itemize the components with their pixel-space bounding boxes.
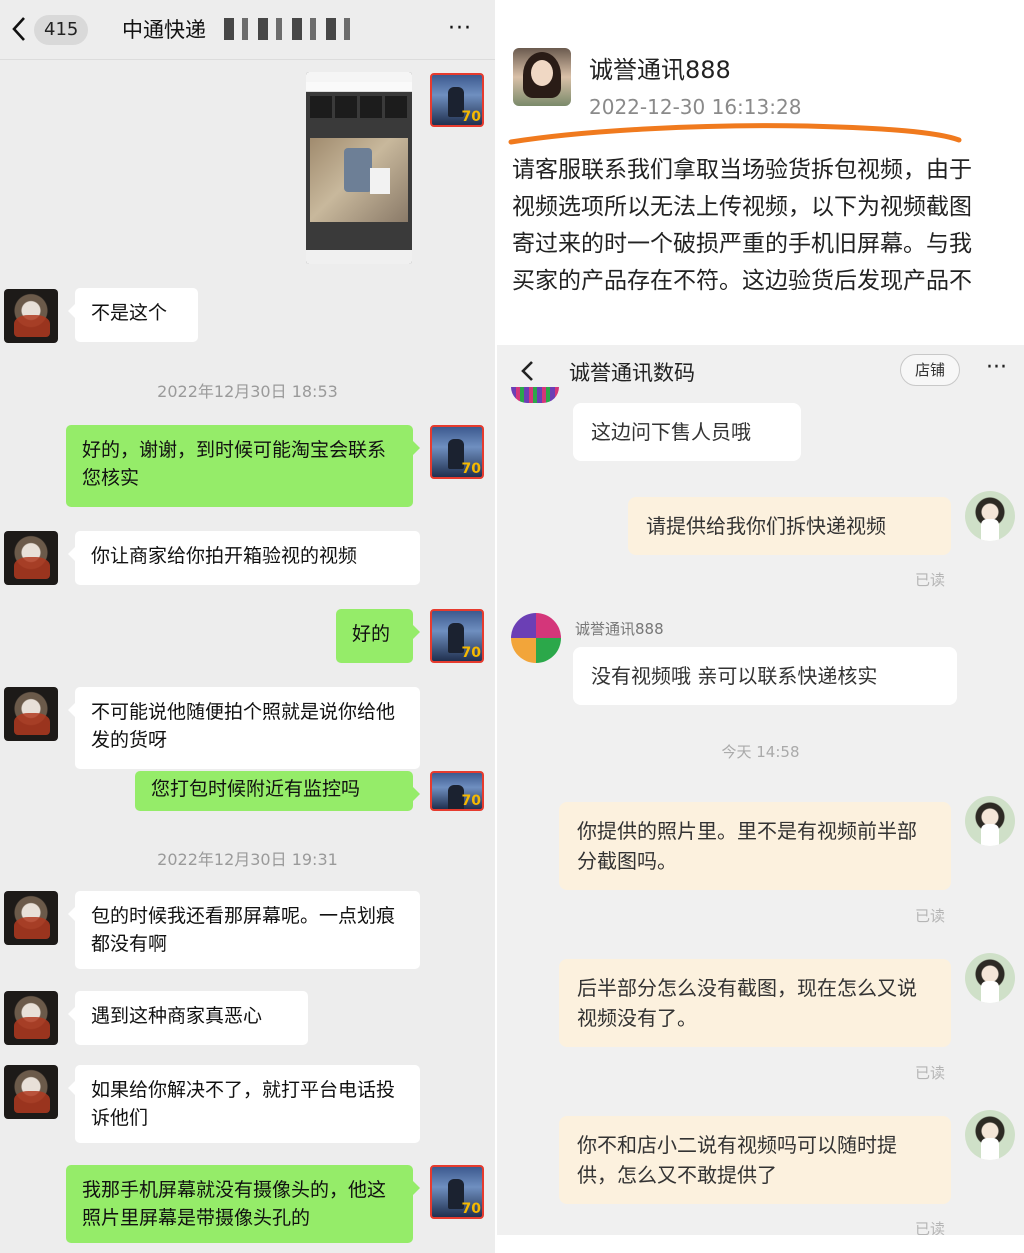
shop-avatar[interactable]	[511, 387, 559, 403]
chat-title: 中通快递	[122, 18, 206, 42]
back-arrow-icon[interactable]	[519, 359, 537, 383]
read-receipt: 已读	[915, 571, 946, 589]
self-avatar[interactable]: 70	[430, 73, 484, 127]
contact-avatar[interactable]	[4, 289, 58, 343]
message-bubble: 后半部分怎么没有截图，现在怎么又说视频没有了。	[559, 959, 951, 1047]
self-avatar[interactable]: 70	[430, 609, 484, 663]
user-avatar[interactable]	[965, 1110, 1015, 1160]
post-time: 2022-12-30 16:13:28	[589, 95, 802, 119]
taobao-header: 诚誉通讯数码 店铺 ···	[497, 345, 1024, 395]
message-bubble: 您打包时候附近有监控吗	[135, 771, 420, 811]
post-line: 视频选项所以无法上传视频，以下为视频截图	[512, 194, 972, 220]
read-receipt: 已读	[915, 1064, 946, 1082]
message-bubble: 不是这个	[68, 288, 198, 342]
message-bubble: 没有视频哦 亲可以联系快递核实	[573, 647, 957, 705]
message-bubble: 你让商家给你拍开箱验视的视频	[68, 531, 420, 585]
message-bubble: 如果给你解决不了，就打平台电话投诉他们	[68, 1065, 420, 1143]
author-avatar[interactable]	[513, 48, 571, 106]
self-avatar[interactable]: 70	[430, 771, 484, 811]
back-arrow-icon[interactable]	[8, 14, 32, 44]
read-receipt: 已读	[915, 907, 946, 925]
contact-avatar[interactable]	[4, 1065, 58, 1119]
message-bubble: 你提供的照片里。里不是有视频前半部分截图吗。	[559, 802, 951, 890]
taobao-chat-panel: 诚誉通讯数码 店铺 ··· 这边问下售人员哦 请提供给我你们拆快递视频 已读 诚…	[497, 345, 1024, 1235]
more-options-icon[interactable]: ···	[448, 16, 472, 41]
wechat-header: 415 中通快递 ···	[0, 0, 495, 60]
timestamp: 2022年12月30日 19:31	[157, 850, 338, 869]
message-bubble: 不可能说他随便拍个照就是说你给他发的货呀	[68, 687, 420, 769]
timestamp: 2022年12月30日 18:53	[157, 382, 338, 401]
message-bubble: 这边问下售人员哦	[573, 403, 801, 461]
shop-avatar[interactable]	[511, 613, 561, 663]
message-bubble: 包的时候我还看那屏幕呢。一点划痕都没有啊	[68, 891, 420, 969]
message-bubble: 你不和店小二说有视频吗可以随时提供，怎么又不敢提供了	[559, 1116, 951, 1204]
read-receipt: 已读	[915, 1220, 946, 1235]
post-line: 请客服联系我们拿取当场验货拆包视频，由于	[512, 157, 972, 183]
wechat-chat-panel: 415 中通快递 ··· 70 不是这个 2022年12月30日 18:53 好…	[0, 0, 495, 1253]
message-bubble: 好的，谢谢，到时候可能淘宝会联系您核实	[66, 425, 420, 507]
post-line: 买家的产品存在不符。这边验货后发现产品不	[512, 268, 972, 294]
contact-avatar[interactable]	[4, 891, 58, 945]
message-bubble: 请提供给我你们拆快递视频	[628, 497, 951, 555]
unread-count-badge[interactable]: 415	[34, 15, 89, 45]
more-options-icon[interactable]: ···	[986, 355, 1007, 380]
timestamp: 今天 14:58	[721, 743, 800, 761]
contact-avatar[interactable]	[4, 531, 58, 585]
contact-avatar[interactable]	[4, 687, 58, 741]
message-bubble: 遇到这种商家真恶心	[68, 991, 308, 1045]
self-avatar[interactable]: 70	[430, 1165, 484, 1219]
self-avatar[interactable]: 70	[430, 425, 484, 479]
shop-button[interactable]: 店铺	[900, 354, 960, 386]
user-avatar[interactable]	[965, 491, 1015, 541]
contact-avatar[interactable]	[4, 991, 58, 1045]
screenshot-image-message[interactable]	[306, 72, 412, 264]
user-avatar[interactable]	[965, 796, 1015, 846]
redacted-phone-number	[224, 18, 354, 40]
user-avatar[interactable]	[965, 953, 1015, 1003]
post-line: 寄过来的时一个破损严重的手机旧屏幕。与我	[512, 231, 972, 257]
author-name: 诚誉通讯888	[589, 56, 731, 84]
post-body: 请客服联系我们拿取当场验货拆包视频，由于 视频选项所以无法上传视频，以下为视频截…	[512, 152, 1024, 300]
right-panel: 诚誉通讯888 2022-12-30 16:13:28 请客服联系我们拿取当场验…	[497, 0, 1024, 1253]
message-bubble: 好的	[336, 609, 420, 663]
shop-chat-title: 诚誉通讯数码	[569, 361, 695, 385]
sender-name: 诚誉通讯888	[575, 620, 664, 638]
message-bubble: 我那手机屏幕就没有摄像头的，他这照片里屏幕是带摄像头孔的	[66, 1165, 420, 1243]
